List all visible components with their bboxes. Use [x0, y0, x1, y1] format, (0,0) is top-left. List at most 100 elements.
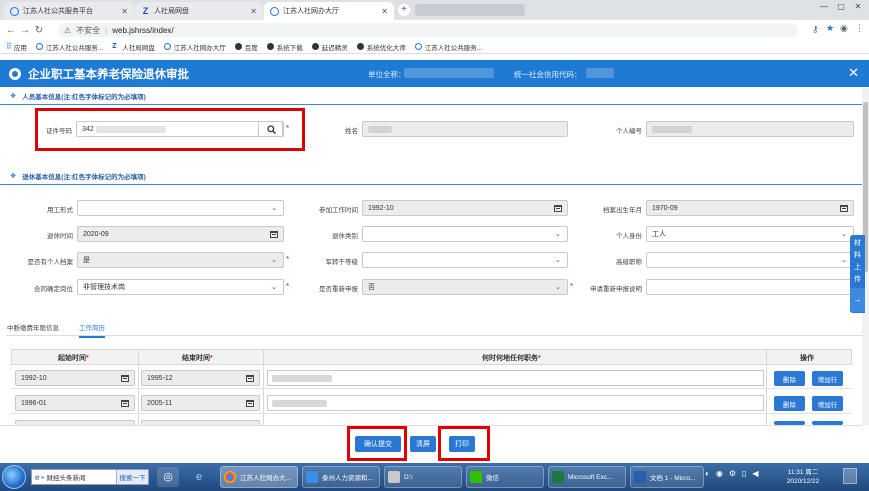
menu-icon[interactable]: ⋮: [855, 23, 864, 34]
work-start-field[interactable]: 1992-10: [362, 200, 568, 216]
credit-code-label: 统一社会信用代码：: [514, 70, 582, 79]
add-row-button[interactable]: 增加行: [812, 371, 843, 386]
row-start-field[interactable]: 1996-01: [15, 395, 135, 411]
required-mark: *: [86, 355, 89, 362]
taskbar-item-chrome[interactable]: 江苏人社网办大...: [220, 466, 298, 488]
personal-archive-select[interactable]: 是 ⌄: [77, 252, 284, 268]
clear-button[interactable]: 清屏: [410, 436, 436, 452]
bookmark-label: 系统下载: [276, 44, 303, 52]
identity-select[interactable]: 工人 ⌄: [646, 226, 854, 242]
calendar-icon[interactable]: [121, 400, 129, 407]
key-icon[interactable]: ⚷: [812, 24, 819, 35]
required-mark: *: [538, 355, 541, 362]
personal-id-label: 个人编号: [616, 128, 642, 135]
close-tab-icon[interactable]: ✕: [381, 7, 388, 16]
tray-icon[interactable]: ◉: [716, 469, 723, 478]
chrome-icon: [224, 471, 236, 483]
cadre-level-select[interactable]: ⌄: [362, 252, 568, 268]
tray-icon[interactable]: ⚙: [729, 469, 736, 478]
delete-row-button[interactable]: 删除: [774, 371, 805, 386]
calendar-icon[interactable]: [554, 205, 562, 212]
browser-tab-2[interactable]: Z 人社局网盘 ✕: [135, 2, 263, 20]
required-mark: *: [570, 282, 574, 291]
taskbar-item-label: 泰州人力资源和...: [322, 475, 373, 482]
close-tab-icon[interactable]: ✕: [250, 7, 257, 16]
network-icon[interactable]: ▯: [742, 469, 746, 478]
bookmark-label: 应用: [13, 44, 27, 52]
bookmark-apps[interactable]: ⠿ 应用: [6, 42, 27, 52]
retire-type-select[interactable]: ⌄: [362, 226, 568, 242]
reload-icon[interactable]: ↻: [32, 25, 46, 36]
retire-time-field[interactable]: 2020-09: [77, 226, 284, 242]
section-title-basic: ❖ 人员基本信息(注:红色字体标记的为必填项): [10, 91, 146, 101]
calendar-icon[interactable]: [246, 400, 254, 407]
tab-interruption-info[interactable]: 中断缴费年限信息: [7, 322, 59, 332]
contract-post-select[interactable]: 非管理技术岗 ⌄: [77, 279, 284, 295]
browser-tab-1[interactable]: 江苏人社公共服务平台 ✕: [4, 2, 134, 20]
row-start-field[interactable]: 1992-10: [15, 370, 135, 386]
show-desktop-button[interactable]: [843, 468, 857, 484]
row-end-field[interactable]: 2005-11: [141, 395, 260, 411]
redeclare-note-field[interactable]: [646, 279, 854, 295]
maximize-icon[interactable]: ▢: [833, 2, 849, 14]
system-tray[interactable]: ◐ ◉ ⚙ ▯ ◀: [705, 469, 759, 478]
add-row-button[interactable]: 增加行: [812, 396, 843, 411]
z-icon: Z: [142, 5, 149, 16]
new-tab-button[interactable]: +: [398, 4, 410, 16]
archive-birth-field[interactable]: 1970-09: [646, 200, 854, 216]
calendar-icon[interactable]: [121, 375, 129, 382]
360-browser-icon[interactable]: ◎: [157, 467, 179, 487]
clock[interactable]: 11:31 周二 2020/12/22: [780, 468, 826, 486]
redeclare-select[interactable]: 否 ⌄: [362, 279, 568, 295]
arrow-icon: ▸: [41, 474, 45, 481]
close-tab-icon[interactable]: ✕: [121, 7, 128, 16]
taskbar-item-excel[interactable]: Microsoft Exc...: [548, 466, 626, 488]
star-icon[interactable]: ★: [826, 23, 834, 34]
bookmark-item[interactable]: Z 人社局网盘: [112, 42, 155, 52]
globe-icon: [270, 6, 279, 16]
back-icon[interactable]: ←: [4, 25, 18, 36]
tray-icon[interactable]: ◐: [705, 469, 710, 478]
retire-type-label: 退休类别: [332, 233, 358, 240]
bookmark-item[interactable]: 系统优化大师: [356, 42, 406, 52]
row-end-field[interactable]: 1995-12: [141, 370, 260, 386]
search-go-button[interactable]: 搜索一下: [116, 470, 148, 484]
chevron-down-icon: ⌄: [555, 284, 561, 291]
bookmark-item[interactable]: 系统下载: [266, 42, 303, 52]
taskbar-item-ie[interactable]: 泰州人力资源和...: [302, 466, 380, 488]
taskbar-item-explorer[interactable]: D:\: [384, 466, 462, 488]
taskbar-item-wechat[interactable]: 微信: [466, 466, 544, 488]
arrow-right-icon[interactable]: →: [850, 288, 865, 312]
redacted-unit: [404, 68, 494, 78]
bookmark-item[interactable]: 江苏人社公共服务...: [35, 42, 103, 52]
ie-icon[interactable]: e: [188, 467, 210, 487]
calendar-icon[interactable]: [840, 205, 848, 212]
close-icon[interactable]: ✕: [848, 65, 859, 81]
minimize-icon[interactable]: —: [816, 2, 832, 14]
delete-row-button[interactable]: 删除: [774, 396, 805, 411]
start-button[interactable]: [2, 465, 26, 489]
taskbar-search[interactable]: e ▸ 财经头条新闻 搜索一下: [31, 469, 149, 485]
chevron-down-icon: ⌄: [271, 257, 277, 264]
volume-icon[interactable]: ◀: [752, 469, 758, 478]
employment-type-select[interactable]: ⌄: [77, 200, 284, 216]
clock-date: 2020/12/22: [786, 478, 820, 485]
row-position-field[interactable]: [267, 370, 764, 386]
bookmark-item[interactable]: 延迟精灵: [311, 42, 348, 52]
row-position-field[interactable]: [267, 395, 764, 411]
calendar-icon[interactable]: [270, 231, 278, 238]
calendar-icon[interactable]: [246, 375, 254, 382]
close-window-icon[interactable]: ✕: [850, 2, 866, 14]
senior-title-select[interactable]: ⌄: [646, 252, 854, 268]
forward-icon[interactable]: →: [18, 25, 32, 36]
browser-tab-3[interactable]: 江苏人社网办大厅 ✕: [264, 2, 394, 20]
col-start-time-text: 起始时间: [58, 355, 86, 362]
profile-icon[interactable]: ◉: [840, 23, 848, 34]
address-bar[interactable]: ⚠ 不安全 | web.jshrss/index/: [58, 23, 798, 37]
bookmark-item[interactable]: 江苏人社公共服务...: [414, 42, 482, 52]
globe-icon: [10, 6, 19, 16]
taskbar-item-word[interactable]: 文档 1 - Micro...: [630, 466, 704, 488]
chevron-down-icon: ⌄: [555, 257, 561, 264]
bookmark-item[interactable]: 江苏人社网办大厅: [163, 42, 226, 52]
bookmark-item[interactable]: 百度: [234, 42, 258, 52]
